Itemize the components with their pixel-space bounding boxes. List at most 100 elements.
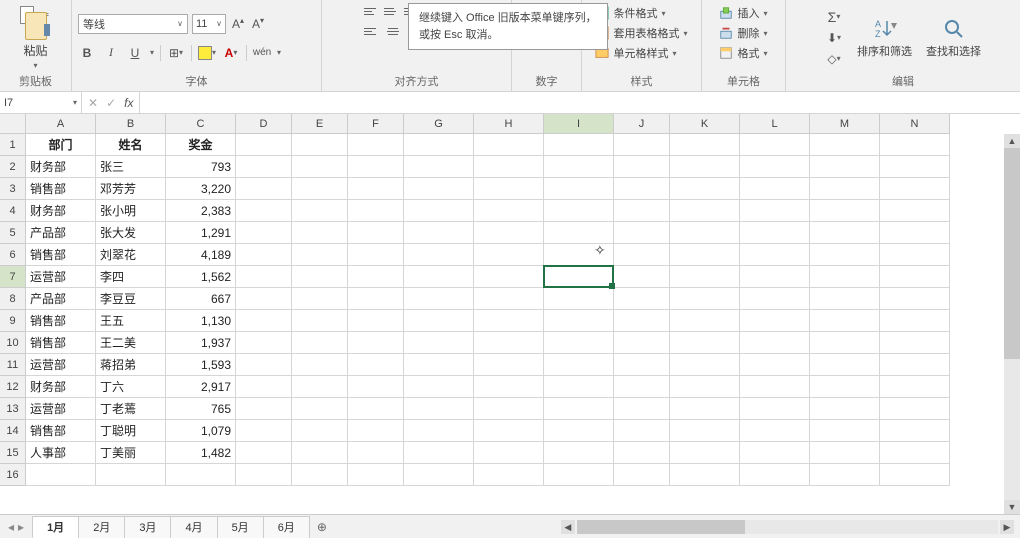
cell[interactable] — [236, 354, 292, 376]
cell[interactable] — [544, 178, 614, 200]
cell[interactable] — [404, 464, 474, 486]
cell[interactable] — [670, 442, 740, 464]
cell[interactable] — [880, 442, 950, 464]
cell[interactable]: 蒋招弟 — [96, 354, 166, 376]
cell[interactable] — [544, 134, 614, 156]
cell[interactable] — [474, 222, 544, 244]
scroll-right-button[interactable]: ▶ — [1000, 520, 1014, 534]
scroll-down-button[interactable]: ▼ — [1004, 500, 1020, 514]
cell[interactable] — [544, 376, 614, 398]
cell[interactable] — [474, 178, 544, 200]
cell[interactable] — [670, 178, 740, 200]
scroll-thumb[interactable] — [577, 520, 745, 534]
cell[interactable] — [236, 398, 292, 420]
cell[interactable]: 财务部 — [26, 376, 96, 398]
cell[interactable]: 产品部 — [26, 222, 96, 244]
clear-button[interactable]: ◇▾ — [825, 50, 843, 68]
cell[interactable] — [614, 310, 670, 332]
cell[interactable] — [810, 442, 880, 464]
cell[interactable] — [740, 200, 810, 222]
cell[interactable] — [614, 332, 670, 354]
new-sheet-button[interactable]: ⊕ — [309, 520, 335, 534]
cell[interactable] — [670, 398, 740, 420]
cell[interactable] — [236, 134, 292, 156]
cell[interactable] — [614, 288, 670, 310]
cell[interactable] — [292, 420, 348, 442]
cell[interactable] — [810, 200, 880, 222]
cell[interactable] — [404, 266, 474, 288]
cell[interactable] — [614, 222, 670, 244]
cell[interactable] — [236, 266, 292, 288]
cell[interactable] — [670, 222, 740, 244]
cell[interactable] — [404, 200, 474, 222]
cell[interactable] — [544, 332, 614, 354]
cell[interactable] — [670, 244, 740, 266]
cell[interactable] — [614, 200, 670, 222]
cell[interactable] — [810, 376, 880, 398]
cell[interactable]: 销售部 — [26, 420, 96, 442]
row-header[interactable]: 4 — [0, 200, 26, 222]
cell[interactable]: 运营部 — [26, 266, 96, 288]
sheet-tab[interactable]: 1月 — [32, 516, 79, 538]
sheet-tab[interactable]: 4月 — [170, 516, 217, 538]
cell[interactable] — [544, 288, 614, 310]
row-header[interactable]: 12 — [0, 376, 26, 398]
column-header[interactable]: B — [96, 114, 166, 134]
cell[interactable]: 销售部 — [26, 332, 96, 354]
cell[interactable]: 793 — [166, 156, 236, 178]
cell[interactable]: 1,079 — [166, 420, 236, 442]
row-header[interactable]: 14 — [0, 420, 26, 442]
cell[interactable] — [404, 442, 474, 464]
cell[interactable] — [810, 156, 880, 178]
cell[interactable]: 1,562 — [166, 266, 236, 288]
border-button[interactable]: ⊞▾ — [167, 44, 185, 62]
cell[interactable] — [404, 310, 474, 332]
cell[interactable] — [292, 288, 348, 310]
row-header[interactable]: 6 — [0, 244, 26, 266]
cell[interactable] — [292, 244, 348, 266]
cell[interactable] — [348, 442, 404, 464]
cell[interactable] — [880, 332, 950, 354]
cell[interactable] — [404, 398, 474, 420]
scroll-left-button[interactable]: ◀ — [561, 520, 575, 534]
row-header[interactable]: 7 — [0, 266, 26, 288]
cell[interactable]: 王五 — [96, 310, 166, 332]
cell[interactable] — [740, 332, 810, 354]
cell[interactable] — [292, 442, 348, 464]
decrease-font-button[interactable]: A▾ — [250, 16, 266, 31]
column-header[interactable]: M — [810, 114, 880, 134]
cell[interactable] — [544, 222, 614, 244]
italic-button[interactable]: I — [102, 44, 120, 62]
cell[interactable] — [474, 420, 544, 442]
cell[interactable]: 4,189 — [166, 244, 236, 266]
cell[interactable] — [544, 398, 614, 420]
cell[interactable] — [404, 420, 474, 442]
cell[interactable] — [614, 420, 670, 442]
cell[interactable] — [96, 464, 166, 486]
cell[interactable] — [348, 332, 404, 354]
cell[interactable] — [880, 156, 950, 178]
cell[interactable] — [880, 266, 950, 288]
cell[interactable] — [404, 244, 474, 266]
cell[interactable] — [880, 310, 950, 332]
cell[interactable] — [348, 178, 404, 200]
cell[interactable] — [614, 244, 670, 266]
cell[interactable]: 丁老蔫 — [96, 398, 166, 420]
row-header[interactable]: 16 — [0, 464, 26, 486]
cancel-formula-icon[interactable]: ✕ — [88, 96, 98, 110]
cell[interactable] — [740, 134, 810, 156]
cell[interactable] — [740, 266, 810, 288]
cell[interactable]: 1,130 — [166, 310, 236, 332]
cell[interactable] — [236, 222, 292, 244]
cell[interactable] — [614, 376, 670, 398]
cell[interactable] — [614, 464, 670, 486]
cell[interactable] — [810, 288, 880, 310]
cell[interactable] — [348, 464, 404, 486]
cell[interactable] — [292, 464, 348, 486]
cell[interactable] — [474, 288, 544, 310]
autosum-button[interactable]: Σ▾ — [825, 8, 843, 26]
cell[interactable] — [544, 310, 614, 332]
align-center-button[interactable] — [384, 24, 402, 38]
cell[interactable] — [740, 244, 810, 266]
row-header[interactable]: 5 — [0, 222, 26, 244]
